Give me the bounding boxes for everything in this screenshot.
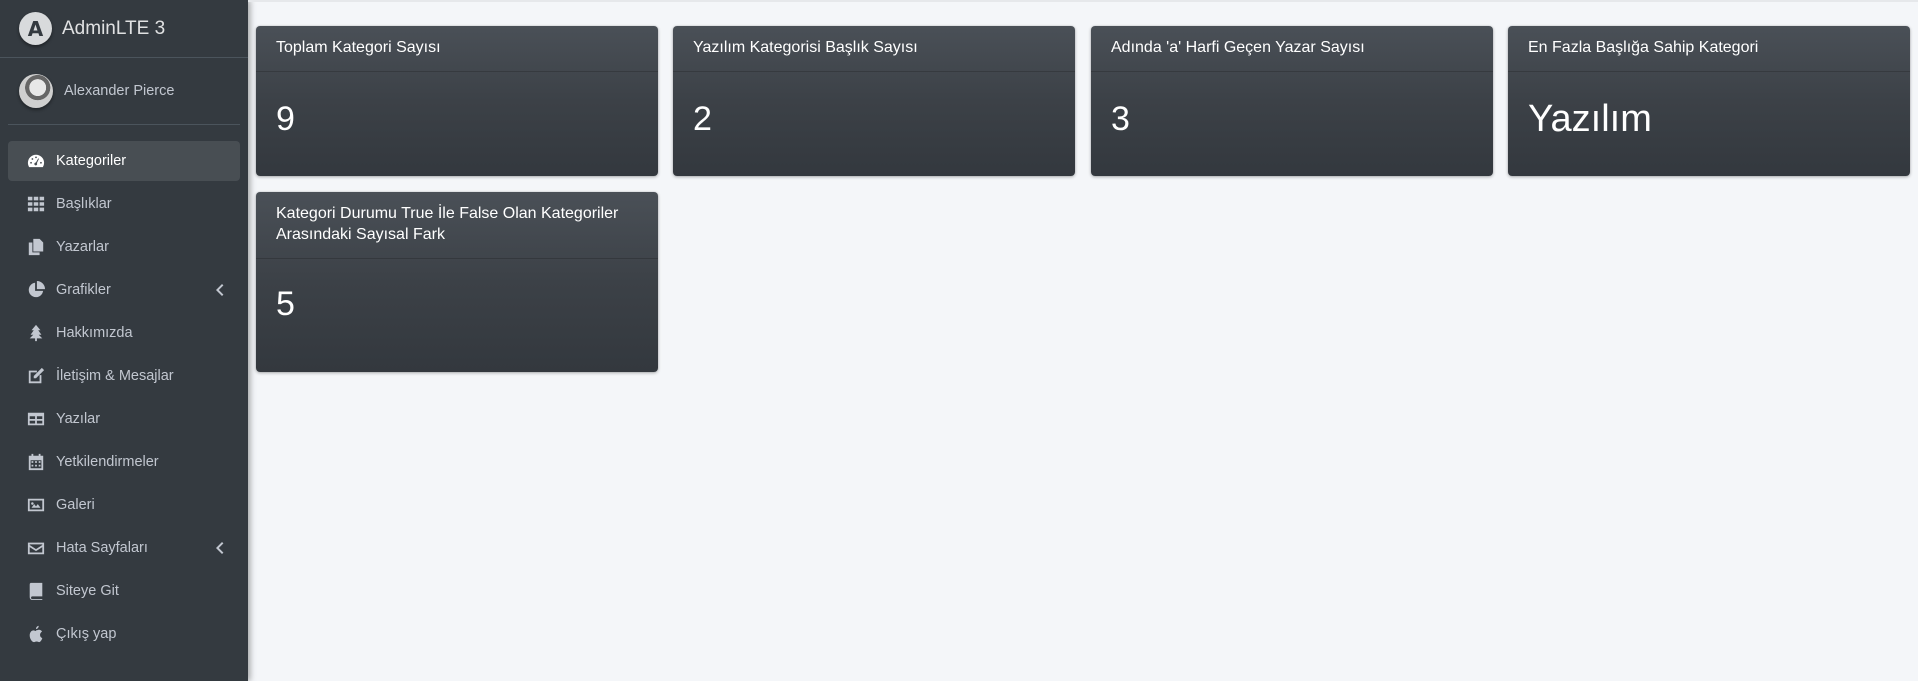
sidebar-item-siteye-git[interactable]: Siteye Git: [8, 571, 240, 611]
card-title-line-1: Kategori Durumu True İle False Olan Kate…: [276, 205, 619, 222]
calendar-icon: [26, 452, 46, 472]
sidebar-item-hata-sayfalari[interactable]: Hata Sayfaları: [8, 528, 240, 568]
image-icon: [26, 495, 46, 515]
sidebar-item-yazilar[interactable]: Yazılar: [8, 399, 240, 439]
sidebar-item-iletisim[interactable]: İletişim & Mesajlar: [8, 356, 240, 396]
sidebar-item-label: Grafikler: [56, 282, 111, 298]
tachometer-icon: [26, 151, 46, 171]
card-header: Adında 'a' Harfi Geçen Yazar Sayısı: [1091, 26, 1493, 72]
sidebar-item-basliklar[interactable]: Başlıklar: [8, 184, 240, 224]
user-panel[interactable]: Alexander Pierce: [8, 58, 240, 125]
card-value: 9: [276, 100, 295, 138]
sidebar-item-label: Yetkilendirmeler: [56, 454, 159, 470]
card-title: Yazılım Kategorisi Başlık Sayısı: [693, 39, 918, 56]
tree-icon: [26, 323, 46, 343]
sidebar-item-yazarlar[interactable]: Yazarlar: [8, 227, 240, 267]
sidebar-item-label: Yazılar: [56, 411, 101, 427]
copy-icon: [26, 237, 46, 257]
sidebar-item-label: Kategoriler: [56, 153, 127, 169]
sidebar-item-grafikler[interactable]: Grafikler: [8, 270, 240, 310]
card-title-line-2: Arasındaki Sayısal Fark: [276, 226, 445, 243]
brand-text: AdminLTE 3: [62, 17, 166, 39]
card-title: Adında 'a' Harfi Geçen Yazar Sayısı: [1111, 39, 1365, 56]
book-icon: [26, 581, 46, 601]
edit-icon: [26, 366, 46, 386]
main-sidebar: A AdminLTE 3 Alexander Pierce Kategorile…: [0, 0, 248, 681]
card-value: 5: [276, 285, 295, 323]
card-value: 3: [1111, 100, 1130, 138]
apple-icon: [26, 624, 46, 644]
user-name[interactable]: Alexander Pierce: [64, 83, 174, 99]
stat-card-en-fazla-baslik: En Fazla Başlığa Sahip Kategori Yazılım: [1508, 26, 1910, 176]
grid-icon: [26, 194, 46, 214]
top-border: [248, 0, 1918, 2]
card-header: Yazılım Kategorisi Başlık Sayısı: [673, 26, 1075, 72]
stat-card-toplam-kategori: Toplam Kategori Sayısı 9: [256, 26, 658, 176]
sidebar-item-yetkilendirmeler[interactable]: Yetkilendirmeler: [8, 442, 240, 482]
avatar: [19, 74, 53, 108]
brand-logo: A: [19, 12, 52, 45]
table-icon: [26, 409, 46, 429]
envelope-icon: [26, 538, 46, 558]
sidebar-item-kategoriler[interactable]: Kategoriler: [8, 141, 240, 181]
sidebar-item-hakkimizda[interactable]: Hakkımızda: [8, 313, 240, 353]
sidebar-item-label: Hakkımızda: [56, 325, 133, 341]
card-value: 2: [693, 100, 712, 138]
card-title: En Fazla Başlığa Sahip Kategori: [1528, 39, 1759, 56]
chevron-left-icon[interactable]: [214, 541, 224, 555]
brand-link[interactable]: A AdminLTE 3: [0, 0, 248, 58]
card-header: En Fazla Başlığa Sahip Kategori: [1508, 26, 1910, 72]
stat-card-durum-fark: Kategori Durumu True İle False Olan Kate…: [256, 192, 658, 372]
card-header: Toplam Kategori Sayısı: [256, 26, 658, 72]
card-title: Toplam Kategori Sayısı: [276, 39, 441, 56]
card-header: Kategori Durumu True İle False Olan Kate…: [256, 192, 658, 259]
sidebar-item-label: İletişim & Mesajlar: [56, 368, 174, 384]
chevron-left-icon[interactable]: [214, 283, 224, 297]
sidebar-item-label: Başlıklar: [56, 196, 112, 212]
sidebar-item-label: Yazarlar: [56, 239, 109, 255]
stat-card-yazar-a-harfi: Adında 'a' Harfi Geçen Yazar Sayısı 3: [1091, 26, 1493, 176]
pie-chart-icon: [26, 280, 46, 300]
card-value: Yazılım: [1528, 98, 1652, 140]
sidebar-item-label: Çıkış yap: [56, 626, 117, 642]
sidebar-item-label: Galeri: [56, 497, 95, 513]
sidebar-item-label: Hata Sayfaları: [56, 540, 148, 556]
sidebar-item-label: Siteye Git: [56, 583, 119, 599]
content-wrapper: Toplam Kategori Sayısı 9 Yazılım Kategor…: [248, 0, 1918, 681]
sidebar-item-cikis-yap[interactable]: Çıkış yap: [8, 614, 240, 654]
stat-card-yazilim-baslik: Yazılım Kategorisi Başlık Sayısı 2: [673, 26, 1075, 176]
sidebar-item-galeri[interactable]: Galeri: [8, 485, 240, 525]
sidebar-nav: Kategoriler Başlıklar Yazarlar Grafikler…: [0, 125, 248, 654]
